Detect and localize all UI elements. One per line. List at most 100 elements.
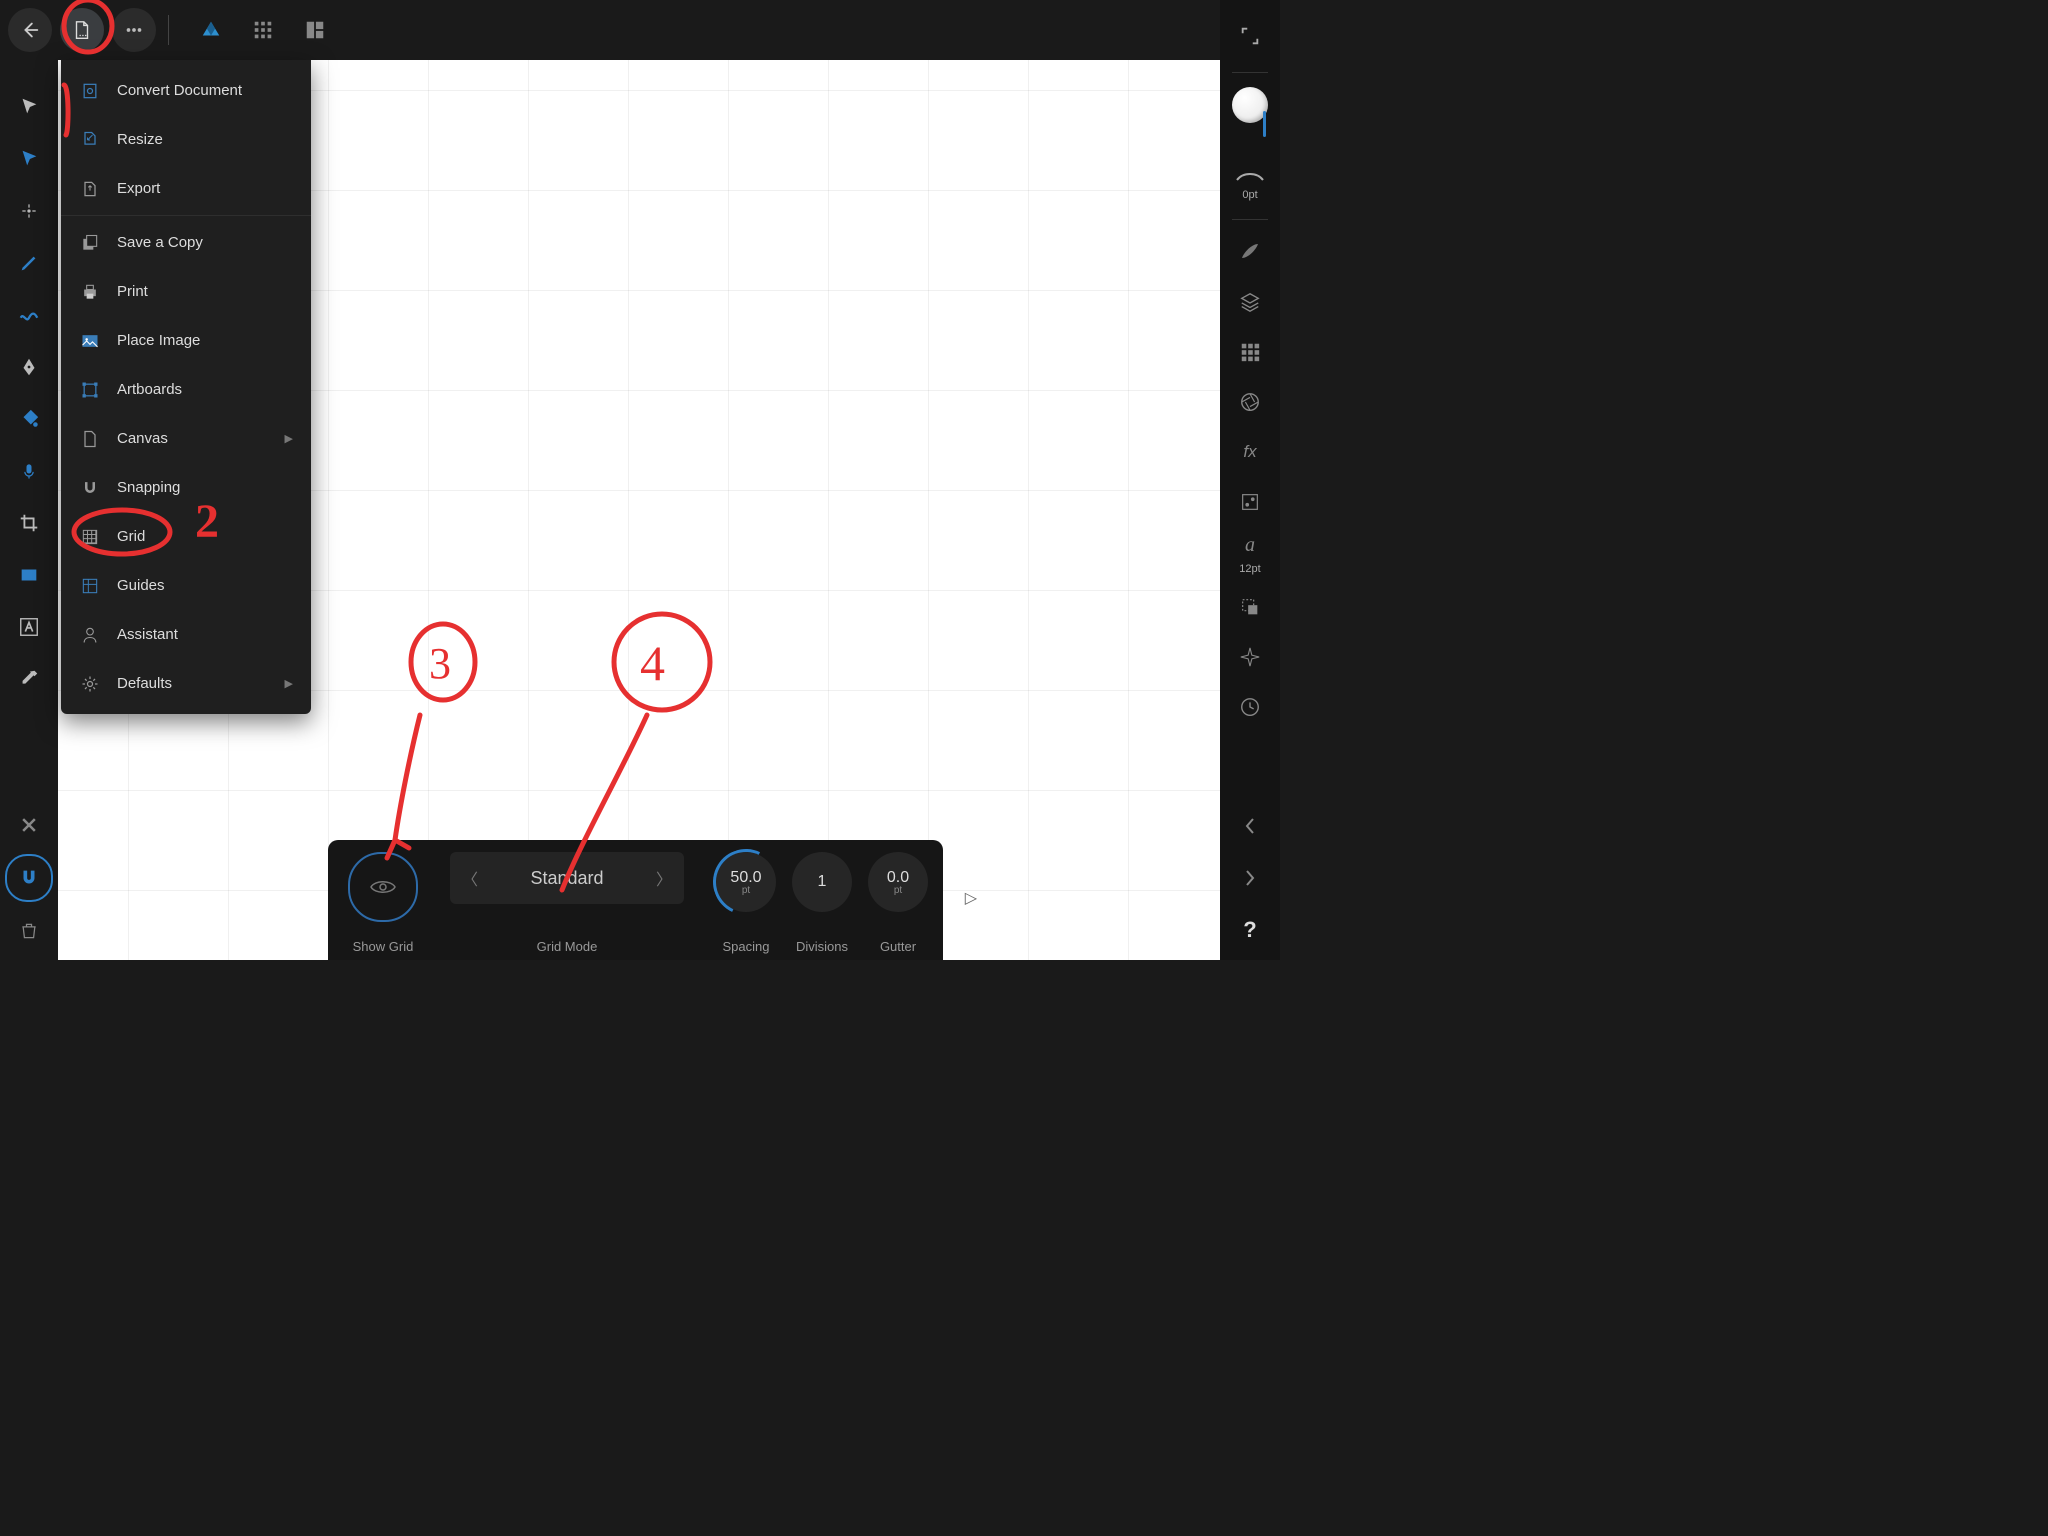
fullscreen-button[interactable]: [1232, 18, 1268, 54]
trash-button[interactable]: [12, 914, 46, 948]
menu-label: Convert Document: [117, 82, 242, 99]
snap-magnet-icon: [79, 477, 101, 499]
grid-mode-label: Grid Mode: [537, 939, 598, 954]
chevron-right-icon: ▶: [285, 432, 293, 445]
spacing-dial[interactable]: 50.0 pt: [716, 852, 776, 912]
history-panel-button[interactable]: [1232, 689, 1268, 725]
pen-tool[interactable]: [12, 350, 46, 384]
clock-icon: [1239, 696, 1261, 718]
adjustments-panel-button[interactable]: [1232, 484, 1268, 520]
redo-button[interactable]: [1232, 860, 1268, 896]
menu-print[interactable]: Print: [61, 267, 311, 316]
gutter-unit: pt: [894, 885, 902, 896]
snapping-toggle[interactable]: [5, 854, 53, 902]
stock-panel-button[interactable]: [1232, 384, 1268, 420]
gutter-label: Gutter: [880, 939, 916, 954]
compass-icon: [1239, 646, 1261, 668]
crop-tool[interactable]: [12, 506, 46, 540]
grid-mode-value: Standard: [530, 868, 603, 889]
node-tool[interactable]: [12, 142, 46, 176]
convert-icon: [79, 80, 101, 102]
menu-label: Artboards: [117, 381, 182, 398]
menu-save-a-copy[interactable]: Save a Copy: [61, 218, 311, 267]
document-menu: Convert Document Resize Export Save a Co…: [61, 60, 311, 714]
menu-guides[interactable]: Guides: [61, 561, 311, 610]
wave-icon: [18, 304, 40, 326]
document-menu-button[interactable]: [60, 8, 104, 52]
resize-icon: [79, 129, 101, 151]
pen-nib-icon: [18, 356, 40, 378]
fill-tool[interactable]: [12, 402, 46, 436]
grid-mode-selector[interactable]: 〈 Standard 〉: [450, 852, 684, 904]
separator: [1232, 72, 1268, 73]
menu-label: Defaults: [117, 675, 172, 692]
corner-tool[interactable]: [12, 454, 46, 488]
menu-grid[interactable]: Grid: [61, 512, 311, 561]
menu-label: Export: [117, 180, 160, 197]
menu-export[interactable]: Export: [61, 164, 311, 213]
navigator-panel-button[interactable]: [1232, 639, 1268, 675]
menu-assistant[interactable]: Assistant: [61, 610, 311, 659]
context-bar-next[interactable]: ▷: [965, 888, 977, 908]
guides-icon: [79, 575, 101, 597]
text-a-icon: [18, 616, 40, 638]
undo-button[interactable]: [1232, 808, 1268, 844]
fx-panel-button[interactable]: fx: [1232, 434, 1268, 470]
divisions-label: Divisions: [796, 939, 848, 954]
more-button[interactable]: [112, 8, 156, 52]
magnet-icon: [18, 867, 40, 889]
pixel-grid-icon: [252, 19, 274, 41]
layers-panel-button[interactable]: [1232, 284, 1268, 320]
mic-icon: [19, 461, 39, 481]
close-x-button[interactable]: [12, 808, 46, 842]
pencil-icon: [18, 252, 40, 274]
stroke-width-label: 0pt: [1242, 189, 1257, 201]
transform-panel-button[interactable]: [1232, 589, 1268, 625]
canvas-icon: [79, 428, 101, 450]
menu-canvas[interactable]: Canvas ▶: [61, 414, 311, 463]
menu-label: Canvas: [117, 430, 168, 447]
eyedropper-tool[interactable]: [12, 662, 46, 696]
assistant-icon: [79, 624, 101, 646]
text-panel-button[interactable]: a: [1232, 534, 1268, 557]
pencil-tool[interactable]: [12, 246, 46, 280]
document-icon: [71, 19, 93, 41]
swatches-panel-button[interactable]: [1232, 334, 1268, 370]
pixel-persona-button[interactable]: [241, 8, 285, 52]
question-icon: ?: [1243, 917, 1256, 943]
right-toolbar: 0pt fx a 12pt ?: [1220, 0, 1280, 960]
persona-button[interactable]: [189, 8, 233, 52]
save-copy-icon: [79, 232, 101, 254]
node-cursor-icon: [18, 148, 40, 170]
back-button[interactable]: [8, 8, 52, 52]
menu-defaults[interactable]: Defaults▶: [61, 659, 311, 708]
export-persona-button[interactable]: [293, 8, 337, 52]
gutter-dial[interactable]: 0.0 pt: [868, 852, 928, 912]
brush-tool[interactable]: [12, 298, 46, 332]
text-tool[interactable]: [12, 610, 46, 644]
left-toolbar: [0, 60, 58, 960]
point-icon: [19, 201, 39, 221]
divisions-dial[interactable]: 1: [792, 852, 852, 912]
point-transform-tool[interactable]: [12, 194, 46, 228]
shape-tool[interactable]: [12, 558, 46, 592]
move-tool[interactable]: [12, 90, 46, 124]
menu-label: Place Image: [117, 332, 200, 349]
menu-label: Assistant: [117, 626, 178, 643]
menu-resize[interactable]: Resize: [61, 115, 311, 164]
separator: [1232, 219, 1268, 220]
menu-artboards[interactable]: Artboards: [61, 365, 311, 414]
menu-convert-document[interactable]: Convert Document: [61, 66, 311, 115]
export-icon: [79, 178, 101, 200]
show-grid-label: Show Grid: [353, 939, 414, 954]
help-button[interactable]: ?: [1232, 912, 1268, 948]
top-toolbar: [0, 0, 1280, 60]
spacing-unit: pt: [742, 885, 750, 896]
show-grid-toggle[interactable]: [348, 852, 418, 922]
layers-icon: [1239, 291, 1261, 313]
brush-panel-button[interactable]: [1232, 234, 1268, 270]
menu-place-image[interactable]: Place Image: [61, 316, 311, 365]
arrow-left-icon: [19, 19, 41, 41]
swatch-active-indicator: [1263, 111, 1266, 137]
menu-snapping[interactable]: Snapping: [61, 463, 311, 512]
